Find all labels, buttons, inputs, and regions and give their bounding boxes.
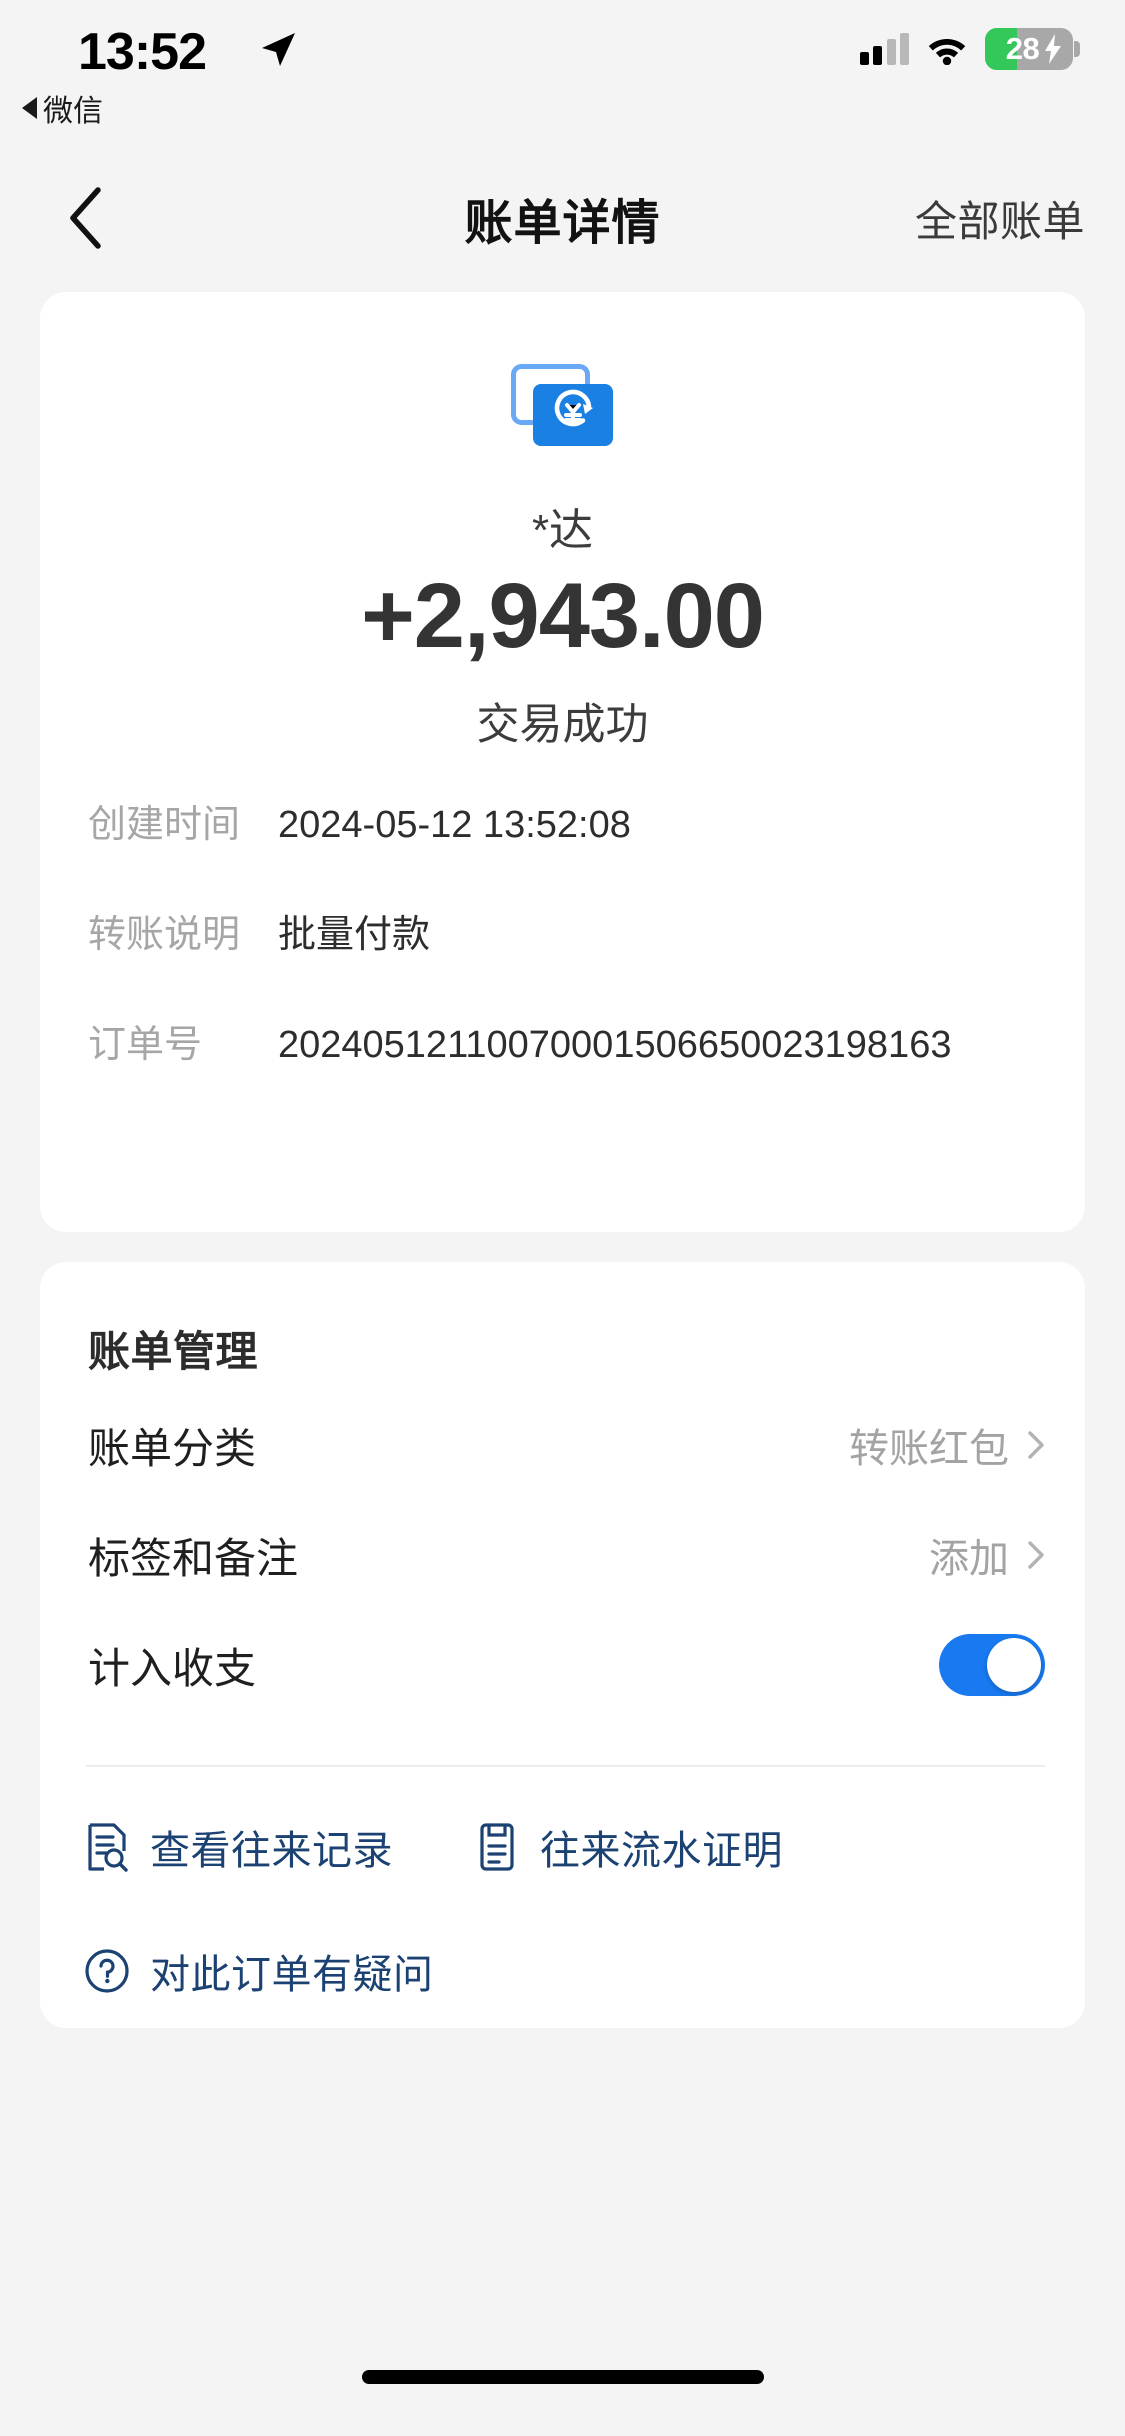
detail-label: 创建时间 (88, 804, 241, 846)
all-bills-button[interactable]: 全部账单 (915, 170, 1085, 266)
detail-label: 订单号 (88, 1024, 203, 1067)
detail-row-transfer-note: 转账说明 批量付款 (88, 910, 1045, 960)
battery-icon: 28 (985, 28, 1080, 70)
navigation-bar: 账单详情 全部账单 (0, 170, 1125, 270)
triangle-left-icon (22, 97, 37, 119)
payee-name: *达 (531, 506, 594, 555)
row-bill-category[interactable]: 账单分类 转账红包 (88, 1406, 1045, 1484)
detail-row-create-time: 创建时间 2024-05-12 13:52:08 (88, 800, 1045, 850)
divider (86, 1765, 1045, 1767)
transaction-detail-card: *达 +2,943.00 交易成功 创建时间 2024-05-12 13:52:… (40, 292, 1085, 1232)
row-value: 添加 (929, 1537, 1009, 1581)
section-title: 账单管理 (88, 1328, 259, 1375)
detail-rows: 创建时间 2024-05-12 13:52:08 转账说明 批量付款 订单号 2… (88, 800, 1045, 1070)
link-label: 查看往来记录 (150, 1829, 393, 1873)
link-order-question[interactable]: 对此订单有疑问 (84, 1942, 434, 2000)
status-bar-time: 13:52 (78, 23, 207, 81)
document-search-icon (84, 1822, 130, 1872)
status-bar-indicators: 28 (859, 28, 1080, 70)
return-to-app-button[interactable]: 微信 (22, 86, 103, 130)
row-include-in-income-expense: 计入收支 (88, 1626, 1045, 1704)
quick-links: 查看往来记录 往来流水证明 对此订单有疑问 (84, 1818, 1045, 2000)
bill-management-card: 账单管理 账单分类 转账红包 标签和备注 添加 计入收支 查看往来记录 往来流水… (40, 1262, 1085, 2028)
row-label: 账单分类 (88, 1424, 257, 1472)
toggle-knob (987, 1638, 1041, 1692)
row-tag-and-note[interactable]: 标签和备注 添加 (88, 1516, 1045, 1594)
cellular-signal-icon (859, 33, 909, 65)
row-label: 标签和备注 (88, 1534, 299, 1582)
phone-screen: 13:52 微信 28 账单详情 全部账单 *达 +2,943.00 交易成功 … (0, 0, 1125, 2436)
link-transaction-certificate[interactable]: 往来流水证明 (474, 1818, 783, 1876)
detail-row-order-number: 订单号 20240512110070001506650023198163 (88, 1020, 1045, 1070)
home-indicator[interactable] (361, 2370, 764, 2384)
transaction-amount: +2,943.00 (361, 565, 765, 667)
charging-bolt-icon (1045, 34, 1061, 64)
location-arrow-icon (262, 33, 295, 66)
detail-value: 批量付款 (278, 914, 431, 957)
question-circle-icon (84, 1946, 130, 1996)
row-label: 计入收支 (88, 1644, 257, 1692)
row-value: 转账红包 (849, 1427, 1009, 1471)
detail-value: 2024-05-12 13:52:08 (278, 804, 631, 846)
chevron-right-icon (1028, 1541, 1044, 1569)
include-in-income-expense-toggle[interactable] (939, 1634, 1045, 1696)
wifi-icon (928, 39, 966, 65)
link-view-transaction-records[interactable]: 查看往来记录 (84, 1818, 474, 1876)
return-app-label: 微信 (43, 95, 103, 128)
detail-value[interactable]: 20240512110070001506650023198163 (278, 1020, 1045, 1070)
detail-label: 转账说明 (88, 914, 241, 957)
document-lines-icon (474, 1822, 520, 1872)
status-bar: 13:52 微信 28 (0, 0, 1125, 128)
transaction-status: 交易成功 (476, 701, 649, 749)
chevron-right-icon (1028, 1431, 1044, 1459)
link-label: 往来流水证明 (540, 1829, 783, 1873)
link-label: 对此订单有疑问 (150, 1953, 434, 1997)
transfer-cards-icon (510, 364, 613, 446)
